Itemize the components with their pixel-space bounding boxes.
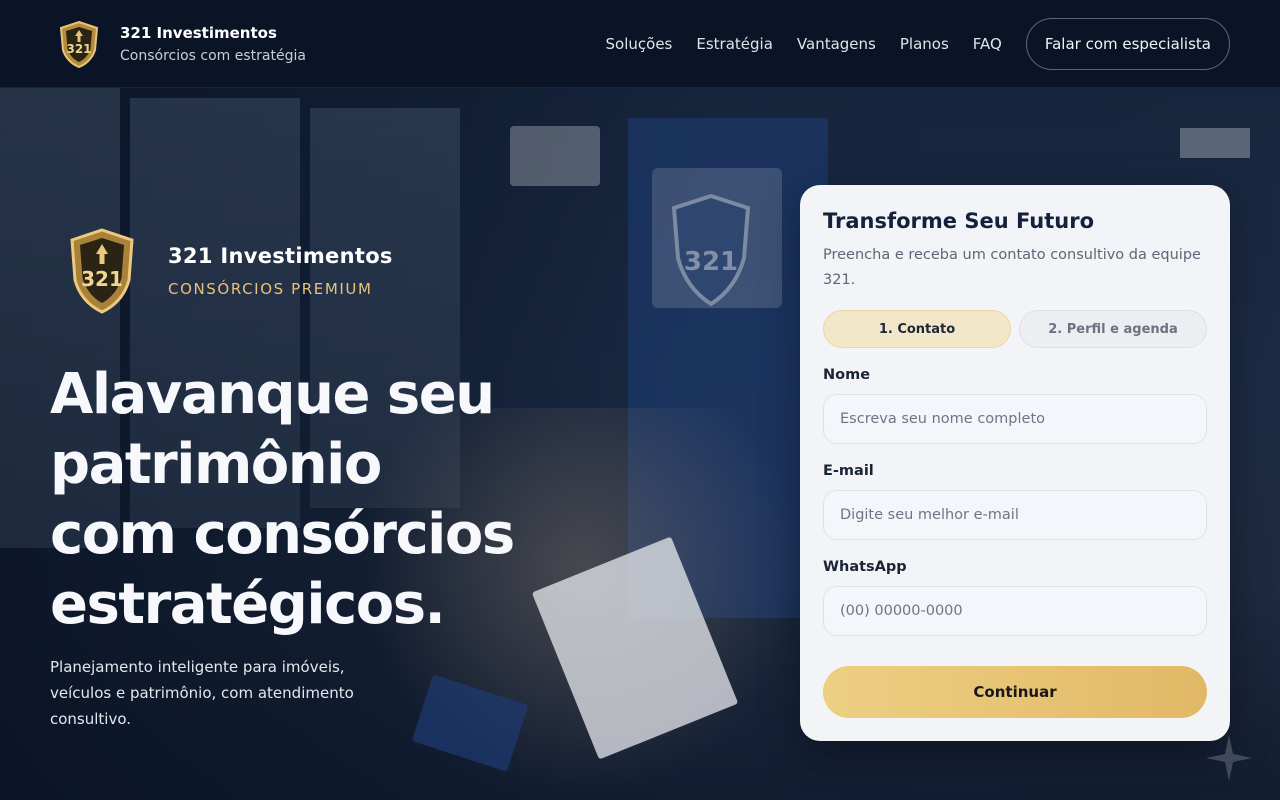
- whatsapp-input[interactable]: [823, 586, 1207, 636]
- hero-brand-badge: 321 321 Investimentos CONSÓRCIOS PREMIUM: [68, 228, 393, 314]
- background-air-conditioner: [510, 126, 600, 186]
- sparkle-icon: [1206, 735, 1252, 781]
- hero-brand-tag: CONSÓRCIOS PREMIUM: [168, 280, 373, 298]
- nav-link-estrategia[interactable]: Estratégia: [696, 35, 773, 53]
- nav-link-vantagens[interactable]: Vantagens: [797, 35, 876, 53]
- continue-button[interactable]: Continuar: [823, 666, 1207, 718]
- form-steps: 1. Contato 2. Perfil e agenda: [823, 310, 1207, 348]
- hero-lead-text: Planejamento inteligente para imóveis, v…: [50, 658, 354, 728]
- name-input[interactable]: [823, 394, 1207, 444]
- svg-text:321: 321: [81, 267, 123, 291]
- nav-link-faq[interactable]: FAQ: [973, 35, 1002, 53]
- name-field-label: Nome: [823, 367, 871, 383]
- svg-text:321: 321: [684, 247, 738, 277]
- email-input[interactable]: [823, 490, 1207, 540]
- shield-logo-icon: 321: [59, 20, 99, 68]
- step-perfil-agenda[interactable]: 2. Perfil e agenda: [1019, 310, 1207, 348]
- form-title: Transforme Seu Futuro: [823, 209, 1095, 233]
- brand-name: 321 Investimentos: [120, 23, 277, 42]
- hero-headline: Alavanque seu patrimônio com consórcios …: [50, 360, 610, 640]
- svg-text:321: 321: [66, 42, 91, 56]
- top-navigation-bar: 321 321 Investimentos Consórcios com est…: [0, 0, 1280, 88]
- email-field-label: E-mail: [823, 463, 874, 479]
- headline-line: com consórcios: [50, 502, 515, 567]
- headline-line: Alavanque seu: [50, 362, 495, 427]
- nav-link-planos[interactable]: Planos: [900, 35, 949, 53]
- headline-line: estratégicos.: [50, 572, 446, 637]
- lead-form-card: Transforme Seu Futuro Preencha e receba …: [800, 185, 1230, 741]
- headline-line: patrimônio: [50, 432, 382, 497]
- nav-link-solucoes[interactable]: Soluções: [606, 35, 673, 53]
- shield-logo-icon: 321: [70, 228, 134, 314]
- background-ceiling-light: [1180, 128, 1250, 158]
- background-shield-emblem-icon: 321: [671, 193, 751, 307]
- step-contato[interactable]: 1. Contato: [823, 310, 1011, 348]
- form-description: Preencha e receba um contato consultivo …: [823, 247, 1201, 288]
- talk-to-specialist-button[interactable]: Falar com especialista: [1025, 17, 1230, 70]
- brand[interactable]: 321 321 Investimentos Consórcios com est…: [58, 20, 306, 68]
- main-nav: Soluções Estratégia Vantagens Planos FAQ…: [606, 17, 1230, 70]
- hero-brand-name: 321 Investimentos: [168, 244, 393, 268]
- brand-tagline: Consórcios com estratégia: [120, 47, 306, 64]
- whatsapp-field-label: WhatsApp: [823, 559, 907, 575]
